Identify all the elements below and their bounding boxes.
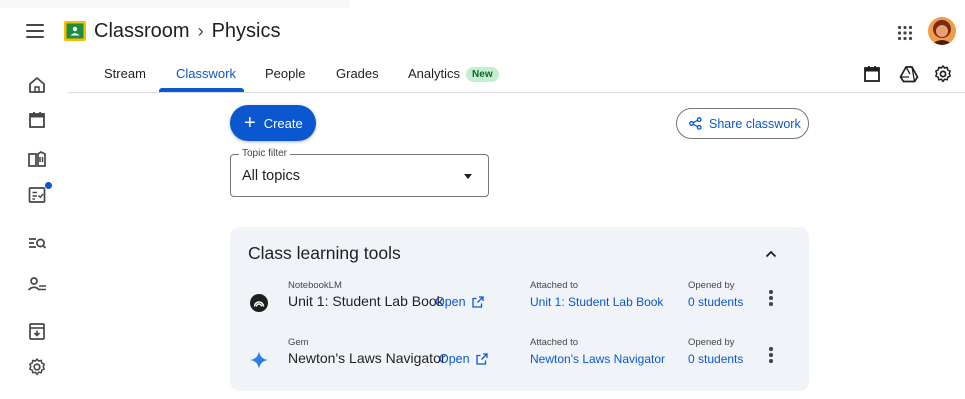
tool-type: NotebookLM bbox=[288, 280, 342, 291]
calendar-icon[interactable] bbox=[862, 64, 882, 84]
open-link[interactable]: Open bbox=[435, 295, 484, 309]
tab-analytics[interactable]: Analytics New bbox=[408, 66, 499, 82]
gem-sparkle-icon bbox=[250, 351, 268, 369]
people-icon[interactable] bbox=[26, 273, 48, 295]
more-options-icon[interactable] bbox=[768, 347, 774, 365]
user-avatar[interactable] bbox=[928, 17, 956, 45]
share-icon bbox=[689, 117, 702, 130]
apps-grid-icon[interactable] bbox=[897, 25, 913, 41]
topic-filter-select[interactable]: Topic filter All topics bbox=[230, 148, 489, 197]
tab-classwork[interactable]: Classwork bbox=[176, 66, 236, 81]
to-review-icon[interactable] bbox=[26, 232, 48, 254]
create-button[interactable]: + Create bbox=[230, 105, 316, 141]
class-settings-icon[interactable] bbox=[933, 64, 953, 84]
tab-bar: Stream Classwork People Grades Analytics… bbox=[68, 56, 965, 93]
active-tab-indicator bbox=[159, 88, 244, 92]
to-do-icon[interactable] bbox=[26, 182, 52, 206]
tool-name: Unit 1: Student Lab Book bbox=[288, 293, 444, 309]
tool-row: Gem Newton's Laws Navigator Open Attache… bbox=[230, 337, 809, 387]
tab-grades[interactable]: Grades bbox=[336, 66, 379, 81]
calendar-icon[interactable] bbox=[26, 109, 48, 131]
open-external-icon bbox=[471, 296, 484, 308]
topic-filter-value: All topics bbox=[242, 168, 301, 184]
more-options-icon[interactable] bbox=[768, 290, 774, 308]
chevron-up-icon[interactable] bbox=[763, 246, 779, 262]
open-label: Open bbox=[439, 352, 470, 366]
share-label: Share classwork bbox=[709, 116, 801, 131]
tab-people[interactable]: People bbox=[265, 66, 305, 81]
notebooklm-icon bbox=[250, 294, 268, 312]
plus-icon: + bbox=[244, 112, 256, 134]
attached-to-link[interactable]: Unit 1: Student Lab Book bbox=[530, 295, 663, 309]
backdrop bbox=[0, 0, 350, 8]
breadcrumb-class[interactable]: Physics bbox=[212, 20, 281, 43]
settings-icon[interactable] bbox=[26, 356, 48, 378]
attached-to-label: Attached to bbox=[530, 280, 579, 291]
google-drive-icon[interactable] bbox=[899, 64, 919, 84]
classroom-logo[interactable] bbox=[64, 21, 86, 41]
menu-icon[interactable] bbox=[26, 24, 44, 38]
class-learning-tools-card: Class learning tools NotebookLM Unit 1: … bbox=[230, 227, 809, 391]
app-window: Classroom › Physics Stream Classwork Peo… bbox=[0, 0, 965, 399]
attached-to-label: Attached to bbox=[530, 337, 579, 348]
main-panel: Stream Classwork People Grades Analytics… bbox=[68, 56, 965, 399]
tool-name: Newton's Laws Navigator bbox=[288, 350, 446, 366]
opened-by-link[interactable]: 0 students bbox=[688, 352, 743, 366]
top-bar: Classroom › Physics bbox=[0, 10, 965, 56]
open-label: Open bbox=[435, 295, 466, 309]
breadcrumb-app[interactable]: Classroom bbox=[94, 20, 190, 43]
breadcrumb: Classroom › Physics bbox=[94, 20, 280, 43]
topic-filter-label: Topic filter bbox=[239, 148, 291, 159]
opened-by-link[interactable]: 0 students bbox=[688, 295, 743, 309]
notification-dot bbox=[45, 182, 52, 189]
tab-analytics-label: Analytics bbox=[408, 66, 461, 81]
share-classwork-button[interactable]: Share classwork bbox=[676, 108, 809, 139]
create-label: Create bbox=[263, 115, 303, 131]
tab-stream[interactable]: Stream bbox=[104, 66, 146, 81]
navigation-rail bbox=[0, 56, 70, 399]
tool-type: Gem bbox=[288, 337, 309, 348]
open-link[interactable]: Open bbox=[439, 352, 488, 366]
opened-by-label: Opened by bbox=[688, 337, 735, 348]
home-icon[interactable] bbox=[26, 74, 48, 96]
new-badge: New bbox=[466, 67, 499, 82]
archived-classes-icon[interactable] bbox=[26, 320, 48, 342]
opened-by-label: Opened by bbox=[688, 280, 735, 291]
enrolled-classes-icon[interactable] bbox=[26, 148, 48, 170]
attached-to-link[interactable]: Newton's Laws Navigator bbox=[530, 352, 665, 366]
breadcrumb-separator: › bbox=[197, 21, 204, 41]
dropdown-arrow-icon bbox=[464, 174, 472, 179]
tool-row: NotebookLM Unit 1: Student Lab Book Open… bbox=[230, 280, 809, 330]
open-external-icon bbox=[475, 353, 488, 365]
card-title: Class learning tools bbox=[248, 243, 401, 263]
